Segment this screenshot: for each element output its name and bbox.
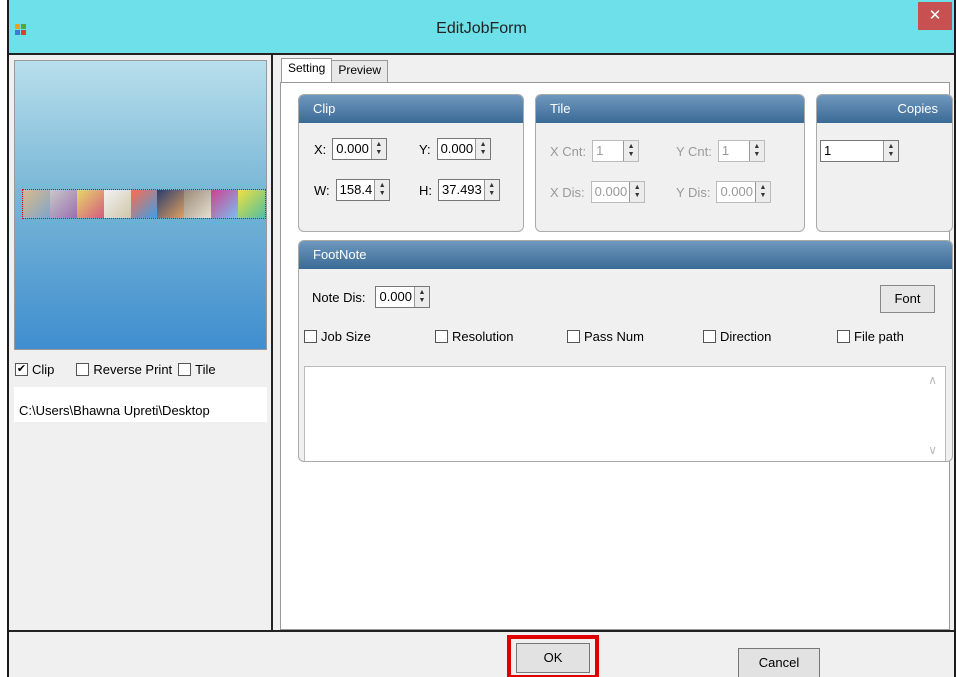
- clip-y-field: Y: 0.000 ▲ ▼: [419, 138, 492, 160]
- tile-xcnt-field: X Cnt: 1 ▲ ▼: [550, 140, 640, 162]
- spin-arrows-icon: ▲ ▼: [475, 139, 491, 159]
- tile-ycnt-field: Y Cnt: 1 ▲ ▼: [676, 140, 765, 162]
- y-spinner[interactable]: 0.000 ▲ ▼: [436, 138, 492, 160]
- scroll-up-icon[interactable]: ∧: [928, 373, 937, 387]
- copies-field: 1 ▲ ▼: [820, 140, 899, 162]
- tab-setting[interactable]: Setting: [281, 58, 333, 82]
- checkbox-box: [703, 330, 716, 343]
- checkbox-box: [837, 330, 850, 343]
- spin-arrows-icon: ▲ ▼: [883, 141, 898, 161]
- tile-checkbox[interactable]: Tile: [178, 362, 216, 377]
- tile-ydis-field: Y Dis: 0.000 ▲ ▼: [676, 181, 771, 203]
- spin-arrows-icon: ▲ ▼: [414, 287, 430, 307]
- note-dis-field: Note Dis: 0.000 ▲ ▼: [312, 286, 431, 308]
- cancel-button[interactable]: Cancel: [738, 648, 820, 677]
- title-bar: EditJobForm ✕: [9, 0, 954, 55]
- job-size-checkbox[interactable]: Job Size: [304, 329, 435, 344]
- spin-arrows-icon: ▲ ▼: [483, 180, 499, 200]
- job-preview: [14, 60, 267, 350]
- checkmark-icon: ✔: [15, 362, 28, 376]
- spin-arrows-icon: ▲ ▼: [748, 141, 764, 161]
- checkbox-box: [76, 362, 90, 376]
- footnote-options: Job Size Resolution Pass Num Direction F…: [304, 329, 944, 344]
- ydis-spinner[interactable]: 0.000 ▲ ▼: [716, 181, 771, 203]
- resolution-checkbox[interactable]: Resolution: [435, 329, 567, 344]
- job-thumbnail-image: [22, 189, 266, 219]
- footnote-text-area[interactable]: ∧ ∨: [304, 366, 946, 461]
- checkbox-box: [304, 330, 317, 343]
- close-button[interactable]: ✕: [918, 2, 952, 30]
- clip-h-field: H: 37.493 ▲ ▼: [419, 179, 500, 201]
- ok-button[interactable]: OK: [516, 643, 590, 673]
- clip-x-field: X: 0.000 ▲ ▼: [314, 138, 387, 160]
- x-spinner[interactable]: 0.000 ▲ ▼: [332, 138, 387, 160]
- copies-group: Copies 1 ▲ ▼: [816, 94, 953, 232]
- w-spinner[interactable]: 158.4 ▲ ▼: [335, 179, 391, 201]
- tile-xdis-field: X Dis: 0.000 ▲ ▼: [550, 181, 646, 203]
- left-panel: ✔ Clip Reverse Print Tile C:\Users\Bhawn…: [9, 55, 273, 630]
- spin-arrows-icon: ▲ ▼: [623, 141, 639, 161]
- reverse-print-checkbox[interactable]: Reverse Print: [76, 362, 172, 377]
- spin-arrows-icon: ▲ ▼: [374, 180, 390, 200]
- scroll-down-icon[interactable]: ∨: [928, 443, 937, 457]
- spin-arrows-icon: ▲ ▼: [370, 139, 386, 159]
- button-bar: OK Cancel: [9, 630, 954, 677]
- spin-arrows-icon: ▲ ▼: [754, 182, 770, 202]
- spin-arrows-icon: ▲ ▼: [629, 182, 645, 202]
- file-path-label: C:\Users\Bhawna Upreti\Desktop: [14, 387, 267, 422]
- checkbox-box: [178, 362, 192, 376]
- tab-strip: Setting Preview: [281, 58, 389, 82]
- copies-header: Copies: [817, 95, 952, 123]
- edit-job-window: EditJobForm ✕ ✔ Clip Reverse Print Tile …: [7, 0, 956, 677]
- tile-header: Tile: [536, 95, 804, 123]
- window-title: EditJobForm: [436, 20, 527, 37]
- tile-group: Tile X Cnt: 1 ▲ ▼ Y Cnt: 1 ▲ ▼ X Dis: 0.000 ▲…: [535, 94, 805, 232]
- copies-spinner[interactable]: 1 ▲ ▼: [820, 140, 899, 162]
- xcnt-spinner[interactable]: 1 ▲ ▼: [592, 140, 640, 162]
- preview-options: ✔ Clip Reverse Print Tile: [14, 355, 267, 383]
- footnote-group: FootNote Note Dis: 0.000 ▲ ▼ Font Job Size…: [298, 240, 953, 462]
- clip-group: Clip X: 0.000 ▲ ▼ Y: 0.000 ▲ ▼ W: 158.4 ▲ ▼ H:…: [298, 94, 524, 232]
- xdis-spinner[interactable]: 0.000 ▲ ▼: [590, 181, 646, 203]
- footnote-header: FootNote: [299, 241, 952, 269]
- h-spinner[interactable]: 37.493 ▲ ▼: [438, 179, 500, 201]
- pass-num-checkbox[interactable]: Pass Num: [567, 329, 703, 344]
- file-path-checkbox[interactable]: File path: [837, 329, 904, 344]
- checkbox-box: [567, 330, 580, 343]
- checkbox-box: [435, 330, 448, 343]
- tab-preview[interactable]: Preview: [331, 60, 389, 82]
- direction-checkbox[interactable]: Direction: [703, 329, 837, 344]
- note-dis-spinner[interactable]: 0.000 ▲ ▼: [375, 286, 431, 308]
- clip-header: Clip: [299, 95, 523, 123]
- setting-tab-page: Clip X: 0.000 ▲ ▼ Y: 0.000 ▲ ▼ W: 158.4 ▲ ▼ H:…: [280, 82, 953, 630]
- ycnt-spinner[interactable]: 1 ▲ ▼: [717, 140, 765, 162]
- clip-checkbox[interactable]: ✔ Clip: [15, 362, 54, 377]
- clip-w-field: W: 158.4 ▲ ▼: [314, 179, 391, 201]
- font-button[interactable]: Font: [880, 285, 935, 313]
